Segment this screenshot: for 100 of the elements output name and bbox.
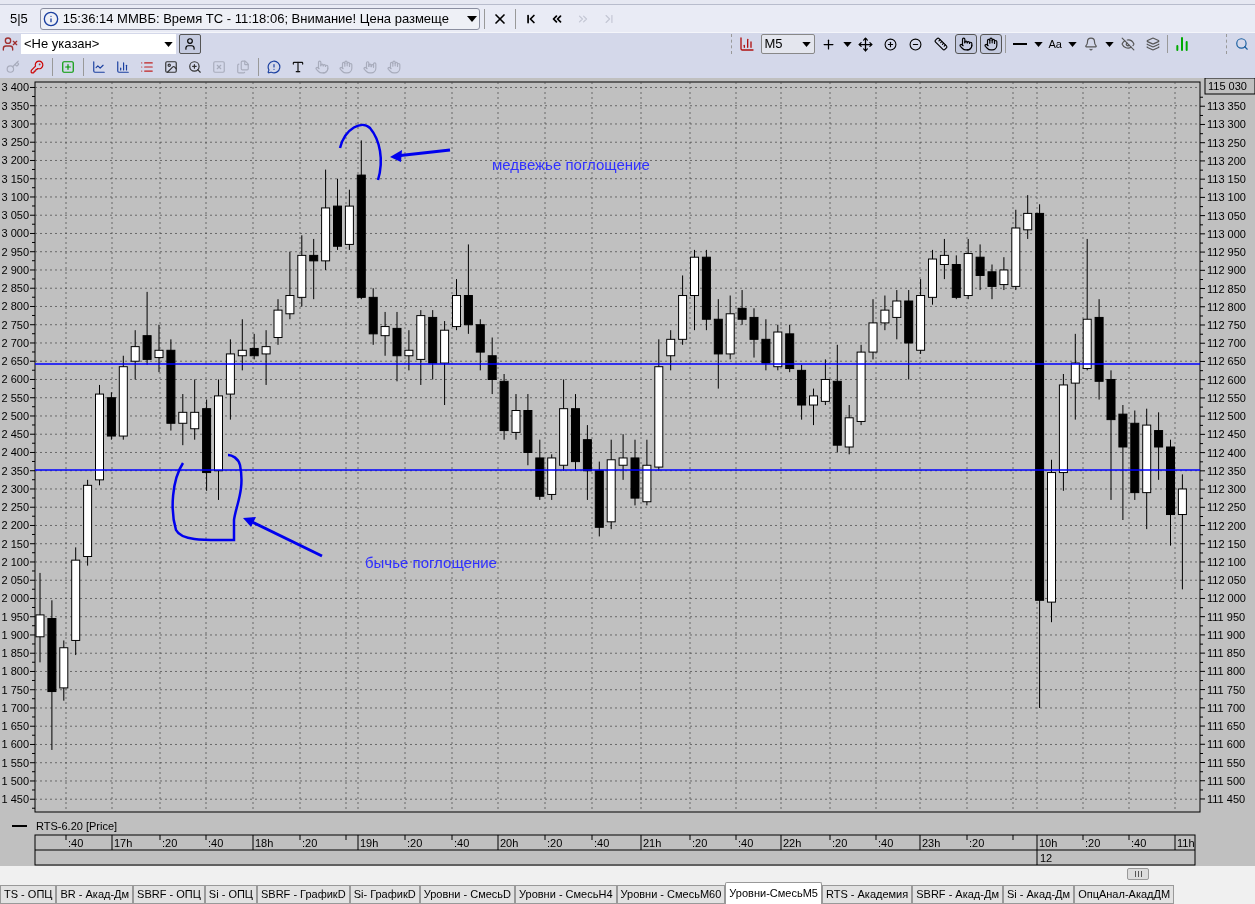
candlestick xyxy=(285,251,295,320)
candlestick xyxy=(237,318,247,371)
candlestick xyxy=(749,307,759,359)
y-axis-label: 2 350 xyxy=(1,464,29,477)
user-icon xyxy=(183,37,197,51)
candlestick xyxy=(761,318,771,371)
caret-icon xyxy=(1033,41,1043,47)
tab[interactable]: Уровни - СмесьM60 xyxy=(616,885,726,904)
time-axis-label: :20 xyxy=(302,837,318,849)
candlestick xyxy=(487,337,497,395)
y-axis-label: 2 700 xyxy=(1,337,29,349)
caret-icon xyxy=(842,41,852,47)
user-button[interactable] xyxy=(179,34,201,54)
time-axis-label: :20 xyxy=(1085,837,1101,849)
candlestick xyxy=(999,256,1009,291)
candlestick xyxy=(666,329,676,371)
image-icon xyxy=(164,59,178,74)
candlestick xyxy=(130,329,140,380)
info-icon xyxy=(42,10,59,27)
time-axis-label: 22h xyxy=(783,837,802,849)
date-label: 12 xyxy=(1040,852,1053,864)
key-icon xyxy=(30,59,44,74)
eye-off-icon xyxy=(1121,37,1135,51)
tab[interactable]: Si - Акад-Дм xyxy=(1002,885,1075,904)
y-axis-label: 2 250 xyxy=(1,501,29,514)
y-axis-label: 112 200 xyxy=(1207,519,1246,532)
y-axis-label: 111 800 xyxy=(1207,665,1246,678)
y-axis-label: 3 400 xyxy=(1,81,29,94)
tab[interactable]: RTS - Академия xyxy=(821,885,913,904)
y-axis-label: 112 800 xyxy=(1207,300,1246,313)
y-axis-label: 111 750 xyxy=(1207,683,1246,696)
y-axis-label: 112 450 xyxy=(1207,428,1246,441)
tab[interactable]: BR - Акад-Дм xyxy=(56,885,134,904)
hand-tool-button[interactable] xyxy=(954,34,977,54)
y-axis-label: 3 300 xyxy=(1,117,29,130)
y-axis-label: 2 800 xyxy=(1,300,29,313)
layers-icon xyxy=(1146,37,1160,51)
annotation-text: бычье поглощение xyxy=(365,554,497,571)
tab[interactable]: Si- ГрафикD xyxy=(349,885,420,904)
y-axis-label: 112 250 xyxy=(1207,501,1246,514)
pointer-hand-icon xyxy=(315,59,329,74)
y-axis-label: 1 850 xyxy=(1,647,29,660)
tab[interactable]: ОпцАнал-АкадДМ xyxy=(1074,885,1175,904)
y-axis-label: 112 700 xyxy=(1207,337,1246,350)
y-axis-label: 1 450 xyxy=(1,793,29,806)
tab[interactable]: TS - ОПЦ xyxy=(0,885,57,904)
legend-line-icon xyxy=(11,825,28,827)
y-axis-label: 2 100 xyxy=(1,555,29,568)
y-axis-label: 2 650 xyxy=(1,355,29,368)
font-button[interactable]: Aa xyxy=(1045,34,1065,54)
y-axis-label: 112 300 xyxy=(1207,483,1246,496)
y-axis-label: 111 450 xyxy=(1207,792,1246,805)
list-icon xyxy=(140,59,154,74)
y-axis-label: 3 100 xyxy=(1,191,29,203)
y-axis-label: 112 900 xyxy=(1207,264,1246,277)
y-axis-label: 3 050 xyxy=(1,209,29,222)
y-axis-label: 113 150 xyxy=(1207,173,1246,186)
tab[interactable]: Si - ОПЦ xyxy=(204,885,257,904)
y-axis-label: 113 350 xyxy=(1207,100,1246,113)
time-axis-label: :20 xyxy=(969,837,985,849)
candlestick xyxy=(154,324,164,373)
y-axis-label: 3 350 xyxy=(1,99,29,112)
plus-icon xyxy=(821,36,837,52)
y-axis-label: 111 850 xyxy=(1207,647,1246,660)
time-axis-label: :40 xyxy=(738,837,754,849)
hand-drawn-curve xyxy=(338,123,383,181)
tab[interactable]: SBRF - ГрафикD xyxy=(257,885,350,904)
time-axis-label: :40 xyxy=(454,837,470,849)
tab[interactable]: Уровни-СмесьM5 xyxy=(725,882,822,904)
y-axis-label: 112 100 xyxy=(1207,556,1246,568)
zoom-out-icon xyxy=(909,37,923,51)
tab[interactable]: SBRF - ОПЦ xyxy=(133,885,205,904)
window-counter: 5|5 xyxy=(9,9,29,28)
y-axis-label: 2 200 xyxy=(1,519,29,532)
tab[interactable]: Уровни - СмесьH4 xyxy=(515,885,617,904)
account-dropdown[interactable]: <Не указан> xyxy=(21,34,176,54)
rock-hand-icon xyxy=(363,59,377,74)
candlestick xyxy=(1154,411,1164,481)
time-axis-label: 10h xyxy=(1039,837,1058,849)
interval-dropdown[interactable]: M5 xyxy=(760,34,815,54)
y-axis-label: 111 600 xyxy=(1207,738,1246,751)
candlestick xyxy=(261,329,271,386)
tab[interactable]: SBRF - Акад-Дм xyxy=(912,885,1003,904)
y-axis-label: 111 550 xyxy=(1207,756,1246,769)
y-axis-label: 2 000 xyxy=(1,592,29,605)
candlestick xyxy=(380,311,390,357)
y-axis-label: 3 150 xyxy=(1,172,29,185)
candlestick xyxy=(178,393,188,446)
y-axis-label: 112 150 xyxy=(1207,537,1246,550)
candlestick xyxy=(190,378,200,441)
key-icon xyxy=(6,59,20,74)
tab[interactable]: Уровни - СмесьD xyxy=(419,885,516,904)
bar-chart-icon xyxy=(738,36,755,52)
scrollbar-thumb[interactable] xyxy=(1127,868,1149,880)
message-dropdown[interactable]: 15:36:14 ММВБ: Время ТС - 11:18:06; Внимание! Цена размеще xyxy=(39,7,480,30)
candlestick xyxy=(1023,194,1033,240)
hand-tool-button[interactable] xyxy=(979,34,1002,54)
candlestick xyxy=(892,289,902,340)
y-axis-label: 2 750 xyxy=(1,318,29,331)
caret-icon xyxy=(801,41,811,47)
